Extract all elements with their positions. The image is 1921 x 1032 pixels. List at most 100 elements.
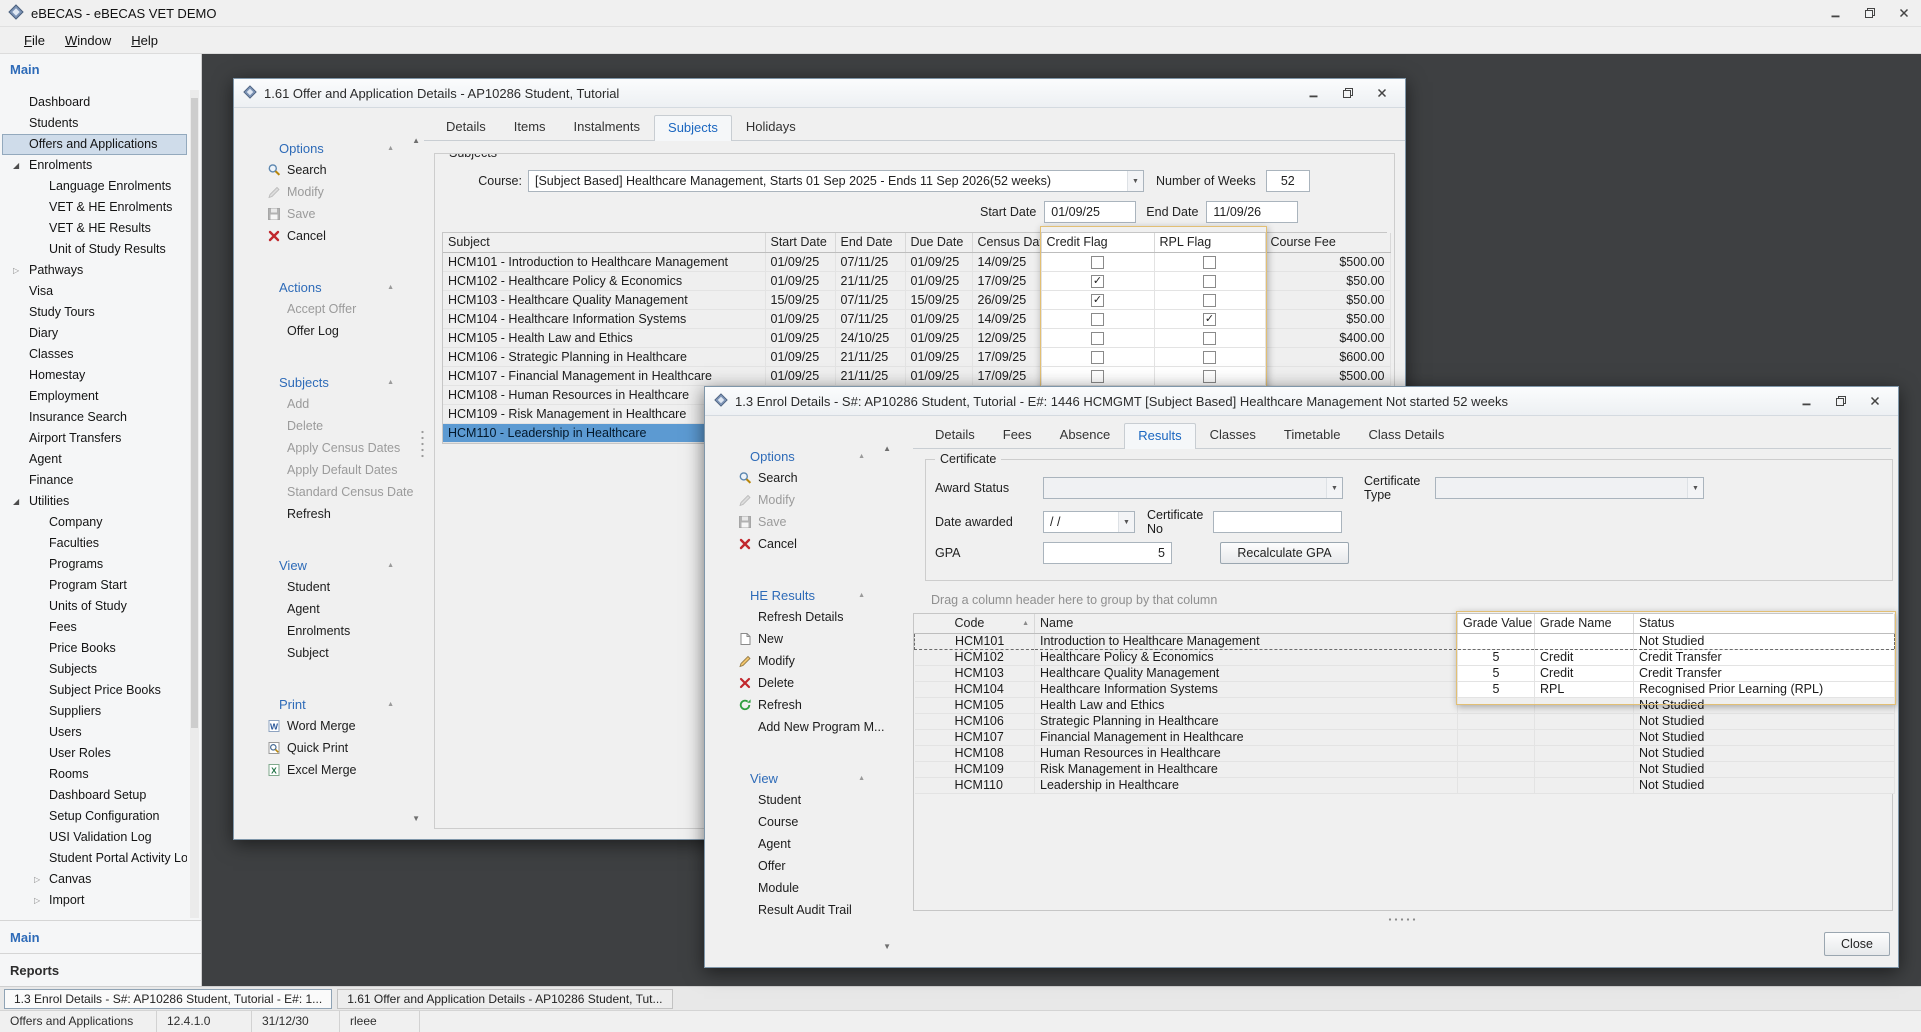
credit-flag-checkbox[interactable]: [1091, 351, 1104, 364]
offer-section-actions-header[interactable]: Actions▲: [234, 277, 424, 298]
start-date-field[interactable]: 01/09/25: [1044, 201, 1136, 223]
sidebar-item-diary[interactable]: Diary: [2, 323, 187, 344]
rpl-flag-cell[interactable]: [1154, 271, 1265, 290]
sidebar-item-usi-validation-log[interactable]: USI Validation Log: [2, 827, 187, 848]
enrol-item-new[interactable]: New: [705, 628, 895, 650]
end-date-cell[interactable]: 07/11/25: [835, 252, 905, 271]
census-date-cell[interactable]: 14/09/25: [972, 309, 1041, 328]
sidebar-item-canvas[interactable]: ▷Canvas: [2, 869, 187, 890]
census-date-cell[interactable]: 14/09/25: [972, 252, 1041, 271]
sidebar-item-company[interactable]: Company: [2, 512, 187, 533]
collapse-chevron-icon[interactable]: ▲: [858, 775, 865, 782]
rpl-flag-cell[interactable]: ✓: [1154, 309, 1265, 328]
offer-item-word-merge[interactable]: WWord Merge: [234, 715, 424, 737]
code-cell[interactable]: HCM102: [915, 649, 1035, 665]
course-fee-cell[interactable]: $600.00: [1265, 347, 1390, 366]
name-cell[interactable]: Leadership in Healthcare: [1035, 777, 1458, 793]
credit-flag-checkbox[interactable]: ✓: [1091, 294, 1104, 307]
census-date-cell[interactable]: 26/09/25: [972, 290, 1041, 309]
sidebar-item-classes[interactable]: Classes: [2, 344, 187, 365]
name-cell[interactable]: Healthcare Policy & Economics: [1035, 649, 1458, 665]
panel-scroll-down-icon[interactable]: ▼: [412, 814, 420, 823]
column-header-start-date[interactable]: Start Date: [765, 233, 835, 252]
column-header-end-date[interactable]: End Date: [835, 233, 905, 252]
subject-cell[interactable]: HCM104 - Healthcare Information Systems: [443, 309, 765, 328]
collapsed-triangle-icon[interactable]: ▷: [34, 869, 40, 890]
code-cell[interactable]: HCM108: [915, 745, 1035, 761]
enrol-item-agent[interactable]: Agent: [705, 833, 895, 855]
grade-name-cell[interactable]: [1535, 729, 1634, 745]
rpl-flag-cell[interactable]: [1154, 290, 1265, 309]
census-date-cell[interactable]: 17/09/25: [972, 347, 1041, 366]
code-cell[interactable]: HCM103: [915, 665, 1035, 681]
award-status-select[interactable]: ▼: [1043, 477, 1343, 499]
subject-cell[interactable]: HCM102 - Healthcare Policy & Economics: [443, 271, 765, 290]
sidebar-item-pathways[interactable]: ▷Pathways: [2, 260, 187, 281]
sidebar-item-employment[interactable]: Employment: [2, 386, 187, 407]
rpl-flag-checkbox[interactable]: [1203, 332, 1216, 345]
grade-value-cell[interactable]: [1458, 745, 1535, 761]
enrol-item-cancel[interactable]: Cancel: [705, 533, 895, 555]
offer-tab-subjects[interactable]: Subjects: [654, 115, 732, 141]
sidebar-item-utilities[interactable]: ◢Utilities: [2, 491, 187, 512]
subject-row-hcm103[interactable]: HCM103 - Healthcare Quality Management15…: [443, 290, 1390, 309]
offer-item-excel-merge[interactable]: XExcel Merge: [234, 759, 424, 781]
grade-value-cell[interactable]: 5: [1458, 665, 1535, 681]
credit-flag-checkbox[interactable]: ✓: [1091, 275, 1104, 288]
sidebar-item-program-start[interactable]: Program Start: [2, 575, 187, 596]
status-cell[interactable]: Not Studied: [1634, 761, 1895, 777]
start-date-cell[interactable]: 01/09/25: [765, 328, 835, 347]
end-date-cell[interactable]: 07/11/25: [835, 290, 905, 309]
sidebar-item-student-portal-activity-log[interactable]: Student Portal Activity Log: [2, 848, 187, 869]
end-date-cell[interactable]: 21/11/25: [835, 271, 905, 290]
expanded-triangle-icon[interactable]: ◢: [13, 155, 19, 176]
rpl-flag-cell[interactable]: [1154, 366, 1265, 385]
dropdown-arrow-icon[interactable]: ▼: [1118, 512, 1134, 532]
offer-section-subjects-header[interactable]: Subjects▲: [234, 372, 424, 393]
column-header-grade-name[interactable]: Grade Name: [1535, 614, 1634, 633]
rpl-flag-checkbox[interactable]: ✓: [1203, 313, 1216, 326]
sidebar-item-homestay[interactable]: Homestay: [2, 365, 187, 386]
code-cell[interactable]: HCM110: [915, 777, 1035, 793]
enrol-item-refresh-details[interactable]: Refresh Details: [705, 606, 895, 628]
offer-tab-items[interactable]: Items: [500, 114, 560, 140]
grade-name-cell[interactable]: [1535, 761, 1634, 777]
code-cell[interactable]: HCM107: [915, 729, 1035, 745]
nav-group-main-header[interactable]: Main: [0, 54, 201, 86]
sidebar-item-students[interactable]: Students: [2, 113, 187, 134]
status-cell[interactable]: Credit Transfer: [1634, 665, 1895, 681]
column-header-code[interactable]: Code▲: [915, 614, 1035, 633]
rpl-flag-cell[interactable]: [1154, 252, 1265, 271]
code-cell[interactable]: HCM105: [915, 697, 1035, 713]
rpl-flag-cell[interactable]: [1154, 328, 1265, 347]
offer-window-titlebar[interactable]: 1.61 Offer and Application Details - AP1…: [234, 79, 1405, 108]
enrol-item-result-audit-trail[interactable]: Result Audit Trail: [705, 899, 895, 921]
subject-cell[interactable]: HCM107 - Financial Management in Healthc…: [443, 366, 765, 385]
offer-item-agent[interactable]: Agent: [234, 598, 424, 620]
grade-name-cell[interactable]: [1535, 745, 1634, 761]
enrol-tab-class-details[interactable]: Class Details: [1354, 422, 1458, 448]
subject-cell[interactable]: HCM105 - Health Law and Ethics: [443, 328, 765, 347]
menu-file[interactable]: File: [14, 29, 55, 52]
credit-flag-cell[interactable]: [1041, 252, 1154, 271]
close-button[interactable]: Close: [1824, 932, 1890, 956]
grade-value-cell[interactable]: [1458, 729, 1535, 745]
result-row-hcm109[interactable]: HCM109Risk Management in HealthcareNot S…: [915, 761, 1895, 777]
offer-item-cancel[interactable]: Cancel: [234, 225, 424, 247]
sidebar-item-study-tours[interactable]: Study Tours: [2, 302, 187, 323]
sidebar-item-subject-price-books[interactable]: Subject Price Books: [2, 680, 187, 701]
offer-item-subject[interactable]: Subject: [234, 642, 424, 664]
credit-flag-cell[interactable]: ✓: [1041, 290, 1154, 309]
subject-cell[interactable]: HCM103 - Healthcare Quality Management: [443, 290, 765, 309]
due-date-cell[interactable]: 01/09/25: [905, 252, 972, 271]
end-date-field[interactable]: 11/09/26: [1206, 201, 1298, 223]
enrol-item-search[interactable]: Search: [705, 467, 895, 489]
subject-row-hcm106[interactable]: HCM106 - Strategic Planning in Healthcar…: [443, 347, 1390, 366]
collapse-chevron-icon[interactable]: ▲: [858, 453, 865, 460]
rpl-flag-checkbox[interactable]: [1203, 275, 1216, 288]
code-cell[interactable]: HCM101: [915, 633, 1035, 649]
offer-section-view-header[interactable]: View▲: [234, 555, 424, 576]
column-header-status[interactable]: Status: [1634, 614, 1895, 633]
code-cell[interactable]: HCM109: [915, 761, 1035, 777]
enrol-section-he-results-header[interactable]: HE Results▲: [705, 585, 895, 606]
